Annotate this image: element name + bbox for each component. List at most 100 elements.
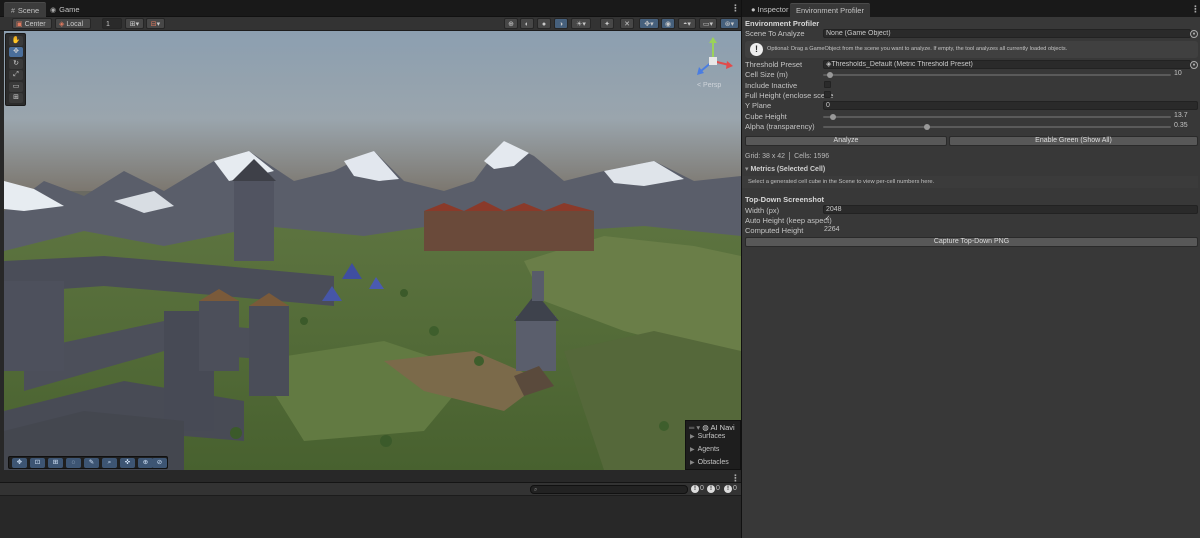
ai-nav-agents-label: Agents [697,446,720,453]
overlay-tilemap-button[interactable]: ⊡ [30,458,45,468]
object-picker-icon[interactable]: ● [1190,30,1198,38]
transform-tool-button[interactable]: ⊞ [9,93,23,103]
pivot-mode-label: Center [24,21,46,28]
chevron-right-icon: ▶ [690,460,695,466]
rect-icon: ▭ [12,83,20,90]
console-error-count[interactable]: ! 0 [724,485,737,493]
shaded-mode-button[interactable]: ◐ [520,18,534,29]
scene-window: #Scene ◉Game ⋮ ▣ Center ▾ ◈ Local ▾ 1 ⊞▾… [0,0,741,538]
alpha-value[interactable]: 0.35 [1174,122,1188,129]
pivot-mode-dropdown[interactable]: ▣ Center ▾ [12,18,52,39]
overlay-picker-button[interactable]: ⊕ [138,458,153,468]
tools-dropdown[interactable]: ✥▾ [639,18,659,29]
overlay-paint-button[interactable]: ✎ [84,458,99,468]
object-picker-icon[interactable]: ● [1190,61,1198,69]
console-search-input[interactable]: ⌕ [530,485,688,494]
grid-icon: ⊞ [52,459,59,466]
grid-size-field[interactable]: 1 [102,18,122,29]
gizmo-center-cube [709,57,717,65]
console-warning-count[interactable]: ! 0 [707,485,720,493]
transform-tools-overlay: ✋ ✥ ↻ ⤢ ▭ ⊞ [5,33,26,106]
space-mode-label: Local [66,21,84,28]
cube-height-value[interactable]: 13.7 [1174,112,1188,119]
cube-height-slider[interactable] [823,116,1171,118]
move-arrows-icon: ✥ [13,48,19,55]
tab-scene[interactable]: # Scene [4,2,47,17]
audio-toggle[interactable]: ✕ [620,18,634,29]
camera-dropdown[interactable]: ▭▾ [699,18,717,29]
include-inactive-checkbox[interactable] [824,81,831,88]
computed-height-label: Computed Height [745,226,804,235]
space-mode-dropdown[interactable]: ◈ Local ▾ [55,18,91,39]
global-scene-toggle[interactable]: ⊕ [504,18,518,29]
capture-top-down-button[interactable]: Capture Top-Down PNG [745,237,1198,247]
overlay-orbit-button[interactable]: ◌ [66,458,81,468]
console-toolbar: ⌕ ! 0 ! 0 ! 0 [0,483,741,496]
overlay-move-button[interactable]: ✥ [12,458,27,468]
ai-navigation-title: AI Navi [710,423,735,432]
alpha-slider[interactable] [823,126,1171,128]
chevron-right-icon: ▶ [690,434,695,440]
visibility-toggle[interactable]: ◉ [661,18,675,29]
panel-title: Environment Profiler [745,19,820,28]
view-options-icon: ⊛▾ [724,21,735,28]
cell-size-slider[interactable] [823,74,1171,76]
shaded-sphere-icon: ◐ [524,21,530,28]
scene-to-analyze-field[interactable]: None (Game Object) [823,29,1191,38]
grid-snap-icon: ⊞▾ [129,21,140,28]
y-plane-value: 0 [826,102,830,109]
console-info-count[interactable]: ! 0 [691,485,704,493]
ai-nav-agents[interactable]: ▶ Agents [690,446,719,453]
cells-count: Cells: 1596 [794,152,830,160]
scene-menu-icon[interactable]: ⋮ [731,3,740,14]
grid-stats: Grid: 38 x 42 Cells: 1596 [745,152,829,160]
tab-game[interactable]: ◉ Game [43,2,87,17]
full-height-checkbox[interactable] [824,91,831,98]
full-height-label: Full Height (enclose scene [745,91,834,100]
auto-height-checkbox[interactable]: ✓ [824,215,831,223]
overlay-pan-button[interactable]: ✜ [120,458,135,468]
scale-tool-button[interactable]: ⤢ [9,70,23,80]
overlay-search-button[interactable]: ⌕ [102,458,117,468]
view-tool-button[interactable]: ✋ [9,36,23,46]
overlay-erase-button[interactable]: ⊘ [152,458,167,468]
analyze-button[interactable]: Analyze [745,136,947,146]
unlit-mode-button[interactable]: ● [537,18,551,29]
warning-icon: ! [707,485,715,493]
tab-environment-profiler[interactable]: Environment Profiler [790,3,870,17]
grid-snap-dropdown[interactable]: ⊞▾ [125,18,144,29]
pan-icon: ✜ [124,459,131,466]
projection-label[interactable]: < Persp [697,82,721,89]
cell-size-value[interactable]: 10 [1174,70,1182,77]
divider [789,152,791,160]
threshold-preset-field[interactable]: ◈Thresholds_Default (Metric Threshold Pr… [823,60,1191,69]
threshold-preset-label: Threshold Preset [745,60,803,69]
y-plane-field[interactable]: 0 [823,101,1198,110]
checkmark-icon: ✓ [824,215,831,222]
tab-inspector[interactable]: ● Inspector [745,3,794,17]
ai-nav-obstacles[interactable]: ▶ Obstacles [690,459,729,466]
enable-green-button[interactable]: Enable Green (Show All) [949,136,1198,146]
lighting-dropdown[interactable]: ☀▾ [571,18,591,29]
hand-icon: ✋ [11,37,21,44]
overlay-grid-button[interactable]: ⊞ [48,458,63,468]
scene-viewport[interactable] [4,31,741,470]
move-tool-button[interactable]: ✥ [9,47,23,57]
metrics-foldout[interactable]: ▾ Metrics (Selected Cell) [745,165,825,173]
cube-height-slider-knob[interactable] [830,114,837,120]
rect-tool-button[interactable]: ▭ [9,82,23,92]
inspector-menu-icon[interactable]: ⋮ [1191,4,1200,15]
pivot-icon: ▣ [16,21,23,28]
increment-snap-dropdown[interactable]: ⊟▾ [146,18,165,29]
ai-navigation-header[interactable]: ═ ▾ ◍ AI Navi [689,423,735,432]
gizmos-dropdown[interactable]: ◓▾ [678,18,696,29]
cell-size-slider-knob[interactable] [826,72,833,78]
alpha-slider-knob[interactable] [924,124,931,130]
lit-mode-button[interactable]: ◑ [554,18,568,29]
rotate-tool-button[interactable]: ↻ [9,59,23,69]
ai-nav-surfaces[interactable]: ▶ Surfaces [690,433,725,440]
width-field[interactable]: 2048 [823,205,1198,214]
scene-render [4,31,741,470]
fx-toggle[interactable]: ✦ [600,18,614,29]
view-options-dropdown[interactable]: ⊛▾ [720,18,739,29]
